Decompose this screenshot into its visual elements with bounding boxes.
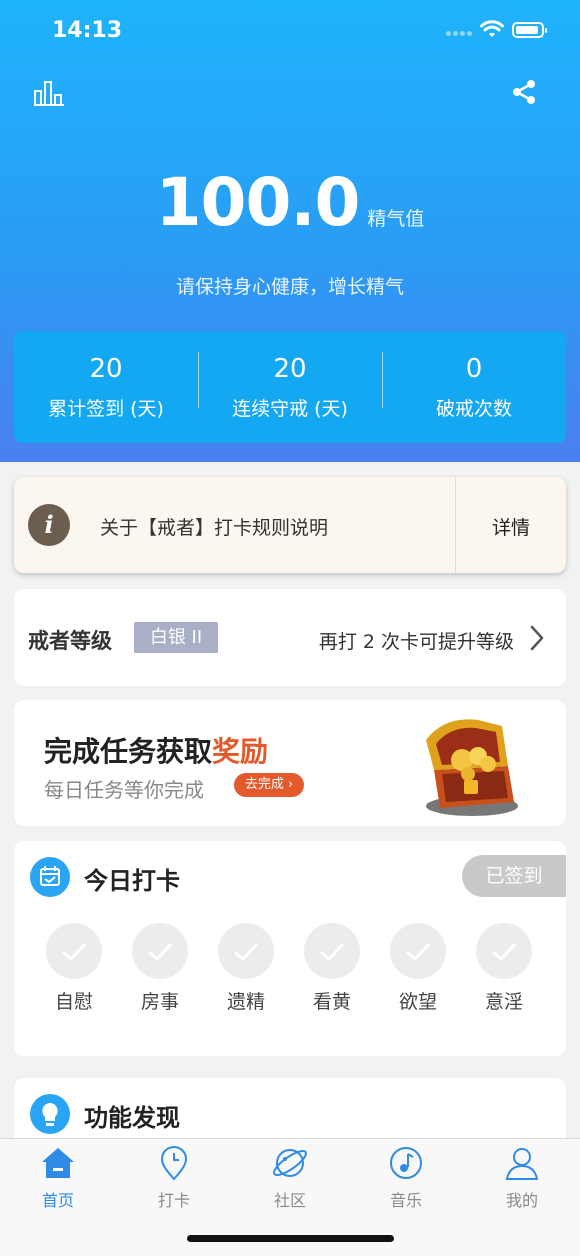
energy-number: 100.0	[155, 164, 361, 241]
checkin-item[interactable]: 房事	[120, 923, 200, 1014]
location-pin-icon	[160, 1146, 188, 1181]
tab-label: 社区	[273, 1191, 306, 1210]
level-title: 戒者等级	[28, 629, 112, 653]
notice-detail-button[interactable]: 详情	[456, 513, 566, 540]
notice-text: 关于【戒者】打卡规则说明	[100, 517, 329, 539]
go-complete-button[interactable]: 去完成 ›	[234, 773, 304, 797]
task-title: 完成任务获取奖励	[44, 730, 268, 770]
calendar-icon	[30, 857, 70, 897]
stat-streak: 20 连续守戒 (天)	[198, 351, 382, 421]
checkin-item-label: 看黄	[312, 991, 351, 1013]
battery-icon	[512, 22, 547, 38]
lightbulb-icon	[30, 1094, 70, 1134]
chevron-right-icon	[530, 625, 544, 651]
checkin-item[interactable]: 欲望	[378, 923, 458, 1014]
discover-title: 功能发现	[84, 1104, 180, 1132]
tab-label: 音乐	[389, 1191, 422, 1210]
treasure-chest-icon	[426, 719, 518, 816]
status-time: 14:13	[52, 18, 123, 43]
info-icon: i	[28, 504, 70, 546]
task-subtitle: 每日任务等你完成	[44, 778, 204, 802]
planet-icon	[273, 1149, 307, 1177]
check-icon	[218, 923, 274, 979]
task-title-prefix: 完成任务获取	[44, 735, 213, 768]
checkin-item[interactable]: 意淫	[464, 923, 544, 1014]
stat-label: 累计签到 (天)	[48, 397, 164, 420]
stat-label: 破戒次数	[435, 397, 512, 420]
level-upgrade-hint: 再打 2 次卡可提升等级	[318, 631, 514, 653]
task-title-accent: 奖励	[212, 735, 269, 768]
stat-label: 连续守戒 (天)	[232, 397, 348, 420]
check-icon	[46, 923, 102, 979]
stat-relapses: 0 破戒次数	[382, 351, 566, 421]
checkin-items: 自慰 房事 遗精 看黄 欲望 意淫	[14, 923, 566, 1023]
checkin-item-label: 房事	[140, 991, 179, 1013]
tab-profile[interactable]: 我的	[464, 1145, 580, 1211]
stat-value: 20	[273, 353, 307, 384]
checkin-title: 今日打卡	[84, 867, 180, 895]
tab-label: 我的	[505, 1191, 538, 1210]
user-icon	[505, 1148, 539, 1180]
go-complete-label: 去完成	[244, 777, 284, 792]
share-icon[interactable]	[510, 78, 538, 106]
checkin-card: 今日打卡 已签到 自慰 房事 遗精 看黄 欲望 意淫	[14, 841, 566, 1056]
checkin-item-label: 意淫	[484, 991, 523, 1013]
energy-unit: 精气值	[367, 208, 425, 230]
home-indicator	[187, 1235, 394, 1242]
stats-card: 20 累计签到 (天) 20 连续守戒 (天) 0 破戒次数	[14, 331, 566, 443]
checkin-item-label: 遗精	[226, 991, 265, 1013]
hero-subtitle: 请保持身心健康，增长精气	[175, 276, 404, 298]
tab-community[interactable]: 社区	[232, 1145, 348, 1211]
checkin-item[interactable]: 遗精	[206, 923, 286, 1014]
stat-value: 0	[465, 353, 483, 384]
tab-home[interactable]: 首页	[0, 1145, 116, 1211]
energy-value: 100.0 精气值	[0, 164, 580, 241]
checkin-item[interactable]: 看黄	[292, 923, 372, 1014]
check-icon	[132, 923, 188, 979]
signed-status-badge[interactable]: 已签到	[462, 855, 566, 897]
stat-total-checkins: 20 累计签到 (天)	[14, 354, 198, 421]
home-icon	[42, 1148, 74, 1178]
checkin-item-label: 自慰	[54, 991, 93, 1013]
wifi-icon	[480, 20, 504, 37]
signal-icon	[446, 31, 474, 37]
music-icon	[390, 1147, 422, 1179]
rules-notice[interactable]: i 关于【戒者】打卡规则说明 详情	[14, 477, 566, 573]
task-banner[interactable]: 完成任务获取奖励 每日任务等你完成 去完成 ›	[14, 700, 566, 826]
tab-checkin[interactable]: 打卡	[116, 1145, 232, 1211]
check-icon	[476, 923, 532, 979]
tab-label: 打卡	[157, 1191, 190, 1210]
check-icon	[304, 923, 360, 979]
level-card[interactable]: 戒者等级 白银 II 再打 2 次卡可提升等级	[14, 589, 566, 686]
level-badge: 白银 II	[134, 622, 218, 653]
checkin-item[interactable]: 自慰	[34, 923, 114, 1014]
tab-label: 首页	[41, 1191, 74, 1210]
bar-chart-icon[interactable]	[34, 80, 64, 106]
tab-music[interactable]: 音乐	[348, 1145, 464, 1211]
status-bar: 14:13	[0, 0, 580, 60]
stat-value: 20	[89, 353, 123, 384]
checkin-item-label: 欲望	[398, 991, 437, 1013]
hero-header: 14:13 100.0 精气值 请保持身心健康，增长精气 20 累计签到 (天) …	[0, 0, 580, 462]
check-icon	[390, 923, 446, 979]
